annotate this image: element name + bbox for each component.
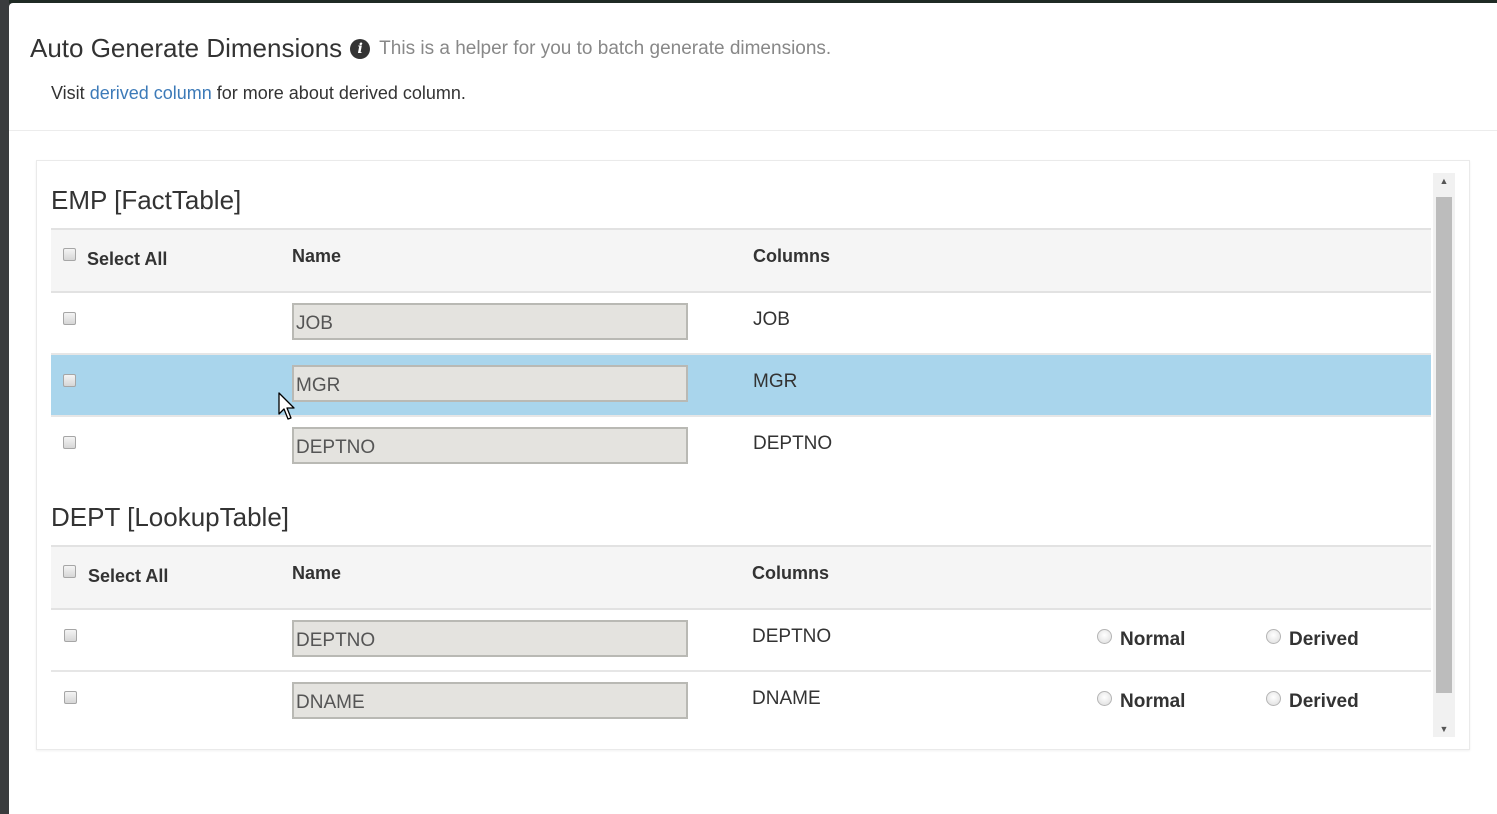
background-overlay-edge bbox=[0, 0, 9, 814]
fact-name-header: Name bbox=[292, 246, 342, 266]
visit-suffix: for more about derived column. bbox=[216, 83, 466, 103]
lookup-table-header: Select All Name Columns bbox=[51, 545, 1431, 610]
scroll-up-arrow-icon[interactable]: ▲ bbox=[1433, 173, 1455, 189]
lookup-row-dname[interactable]: DNAME DNAME Normal Derived bbox=[51, 672, 1431, 732]
lookup-row-deptno[interactable]: DEPTNO DEPTNO Normal Derived bbox=[51, 610, 1431, 672]
column-name: JOB bbox=[753, 309, 790, 330]
helper-text: This is a helper for you to batch genera… bbox=[379, 37, 832, 59]
column-name: DEPTNO bbox=[752, 626, 832, 647]
dimension-name-input[interactable]: DEPTNO bbox=[292, 427, 688, 464]
lookup-table-title: DEPT [LookupTable] bbox=[51, 502, 289, 532]
lookup-select-all-label: Select All bbox=[88, 566, 169, 586]
fact-row-deptno[interactable]: DEPTNO DEPTNO bbox=[51, 417, 1431, 477]
fact-row-mgr[interactable]: MGR MGR bbox=[51, 355, 1431, 417]
lookup-name-header: Name bbox=[292, 563, 342, 583]
row-checkbox[interactable] bbox=[63, 374, 76, 387]
lookup-select-all-checkbox[interactable] bbox=[63, 565, 76, 578]
scrollbar-thumb[interactable] bbox=[1436, 197, 1452, 693]
visit-line: Visit derived column for more about deri… bbox=[51, 83, 466, 104]
row-checkbox[interactable] bbox=[64, 629, 77, 642]
row-checkbox[interactable] bbox=[63, 436, 76, 449]
fact-table: Select All Name Columns JOB JOB MGR MGR bbox=[51, 228, 1431, 477]
row-checkbox[interactable] bbox=[64, 691, 77, 704]
dimension-name-input[interactable]: DEPTNO bbox=[292, 620, 688, 657]
mouse-cursor-icon bbox=[278, 392, 295, 420]
panel-scrollbar[interactable]: ▲ ▼ bbox=[1433, 173, 1455, 737]
title-row: Auto Generate Dimensions i This is a hel… bbox=[30, 33, 831, 64]
fact-table-header: Select All Name Columns bbox=[51, 228, 1431, 293]
normal-radio[interactable] bbox=[1097, 691, 1112, 706]
auto-generate-dimensions-modal: Auto Generate Dimensions i This is a hel… bbox=[9, 3, 1497, 814]
normal-radio-label: Normal bbox=[1120, 691, 1186, 712]
derived-radio-label: Derived bbox=[1289, 691, 1359, 712]
fact-select-all-checkbox[interactable] bbox=[63, 248, 76, 261]
scroll-down-arrow-icon[interactable]: ▼ bbox=[1433, 721, 1455, 737]
modal-header: Auto Generate Dimensions i This is a hel… bbox=[9, 3, 1497, 131]
dimension-name-input[interactable]: DNAME bbox=[292, 682, 688, 719]
column-name: DEPTNO bbox=[753, 433, 833, 454]
panel-scroll-content: EMP [FactTable] Select All Name Columns … bbox=[51, 161, 1431, 749]
derived-radio[interactable] bbox=[1266, 691, 1281, 706]
dimension-name-input[interactable]: JOB bbox=[292, 303, 688, 340]
visit-prefix: Visit bbox=[51, 83, 85, 103]
normal-radio-label: Normal bbox=[1120, 629, 1186, 650]
column-name: DNAME bbox=[752, 688, 821, 709]
derived-radio[interactable] bbox=[1266, 629, 1281, 644]
dimensions-panel: EMP [FactTable] Select All Name Columns … bbox=[36, 160, 1470, 750]
derived-column-link[interactable]: derived column bbox=[90, 83, 212, 103]
lookup-table: Select All Name Columns DEPTNO DEPTNO No… bbox=[51, 545, 1431, 732]
info-icon[interactable]: i bbox=[350, 38, 371, 59]
lookup-columns-header: Columns bbox=[752, 563, 830, 583]
fact-table-title: EMP [FactTable] bbox=[51, 185, 242, 215]
dimension-name-input[interactable]: MGR bbox=[292, 365, 688, 402]
fact-select-all-label: Select All bbox=[87, 249, 168, 269]
column-name: MGR bbox=[753, 371, 798, 392]
modal-title: Auto Generate Dimensions bbox=[30, 33, 343, 63]
row-checkbox[interactable] bbox=[63, 312, 76, 325]
fact-row-job[interactable]: JOB JOB bbox=[51, 293, 1431, 355]
derived-radio-label: Derived bbox=[1289, 629, 1359, 650]
fact-columns-header: Columns bbox=[753, 246, 831, 266]
normal-radio[interactable] bbox=[1097, 629, 1112, 644]
